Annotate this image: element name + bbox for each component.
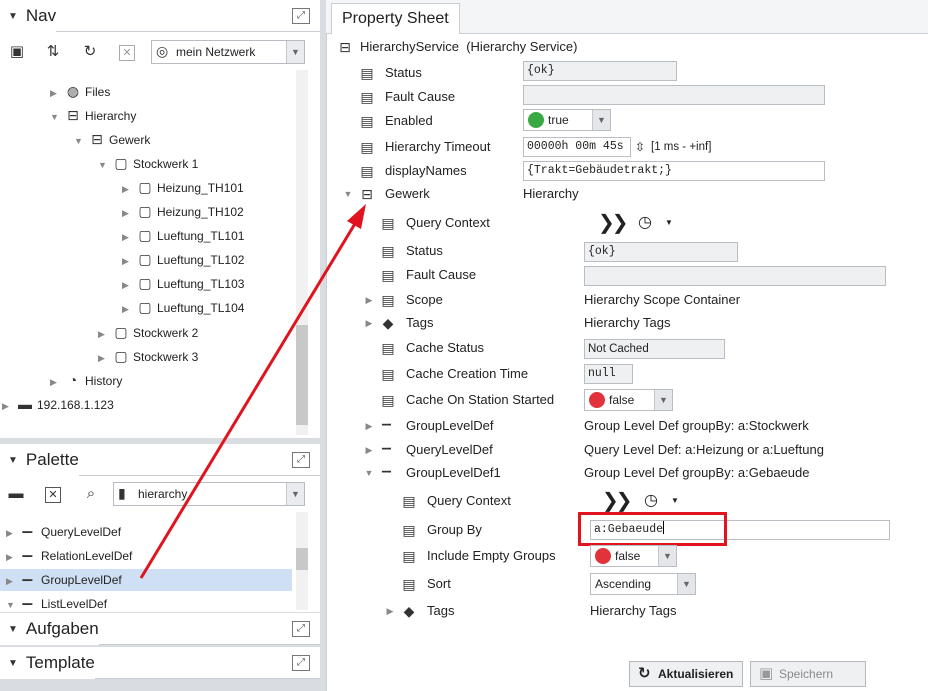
annotation-arrow-head — [347, 204, 366, 229]
annotation-arrow-line — [139, 221, 358, 579]
annotation-arrow — [139, 204, 366, 579]
